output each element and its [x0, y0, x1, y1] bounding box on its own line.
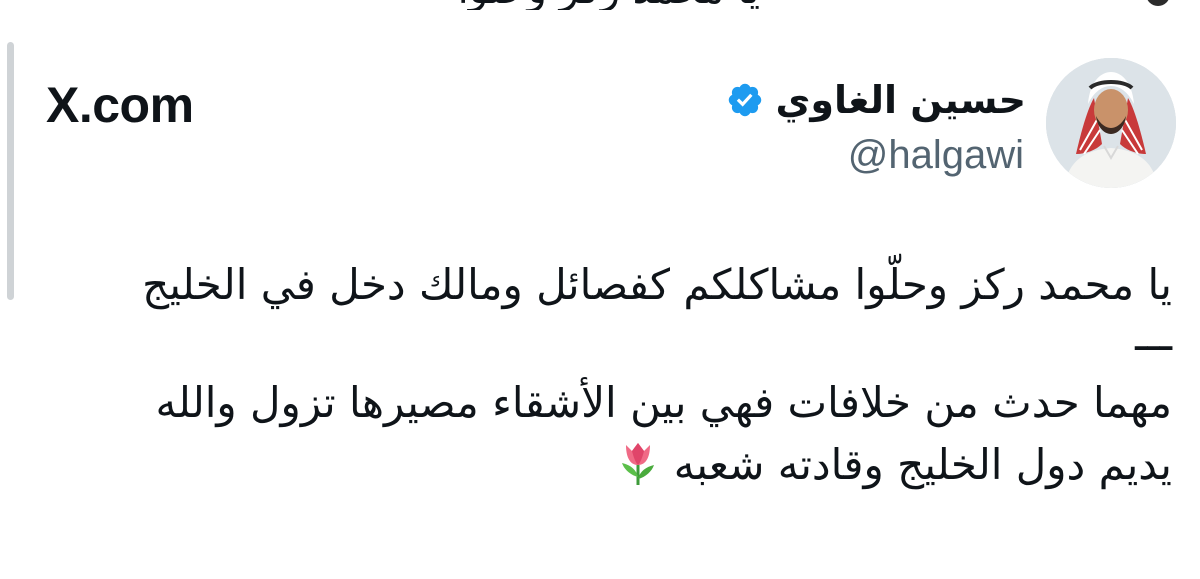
quote-bar — [7, 42, 14, 300]
tweet-separator: ـــ — [1135, 311, 1172, 360]
source-label-text: X.com — [46, 77, 194, 133]
profile-avatar-icon — [1046, 58, 1176, 188]
tweet-line-3-text: يديم دول الخليج وقادته شعبه — [673, 440, 1172, 489]
tweet-body: يا محمد ركز وحلّوا مشاكلكم كفصائل ومالك … — [22, 254, 1172, 496]
author-handle[interactable]: @halgawi — [848, 130, 1024, 180]
tweet-screenshot: يا محمد ركز وحلوا X.com حسين الغاوي — [0, 0, 1200, 579]
tweet-line-3: يديم دول الخليج وقادته شعبه — [22, 434, 1172, 496]
tweet-line-2: مهما حدث من خلافات فهي بين الأشقاء مصيره… — [155, 378, 1172, 427]
tweet-line-1: يا محمد ركز وحلّوا مشاكلكم كفصائل ومالك … — [142, 260, 1172, 309]
source-label[interactable]: X.com — [46, 70, 194, 140]
cropped-shape — [1146, 0, 1170, 6]
avatar[interactable] — [1046, 58, 1176, 188]
author-display-name[interactable]: حسين الغاوي — [726, 72, 1026, 128]
display-name-text: حسين الغاوي — [775, 78, 1026, 122]
previous-text-fragment: يا محمد ركز وحلوا — [440, 0, 760, 10]
tulip-emoji-icon — [621, 443, 654, 485]
verified-badge-icon — [728, 83, 761, 117]
